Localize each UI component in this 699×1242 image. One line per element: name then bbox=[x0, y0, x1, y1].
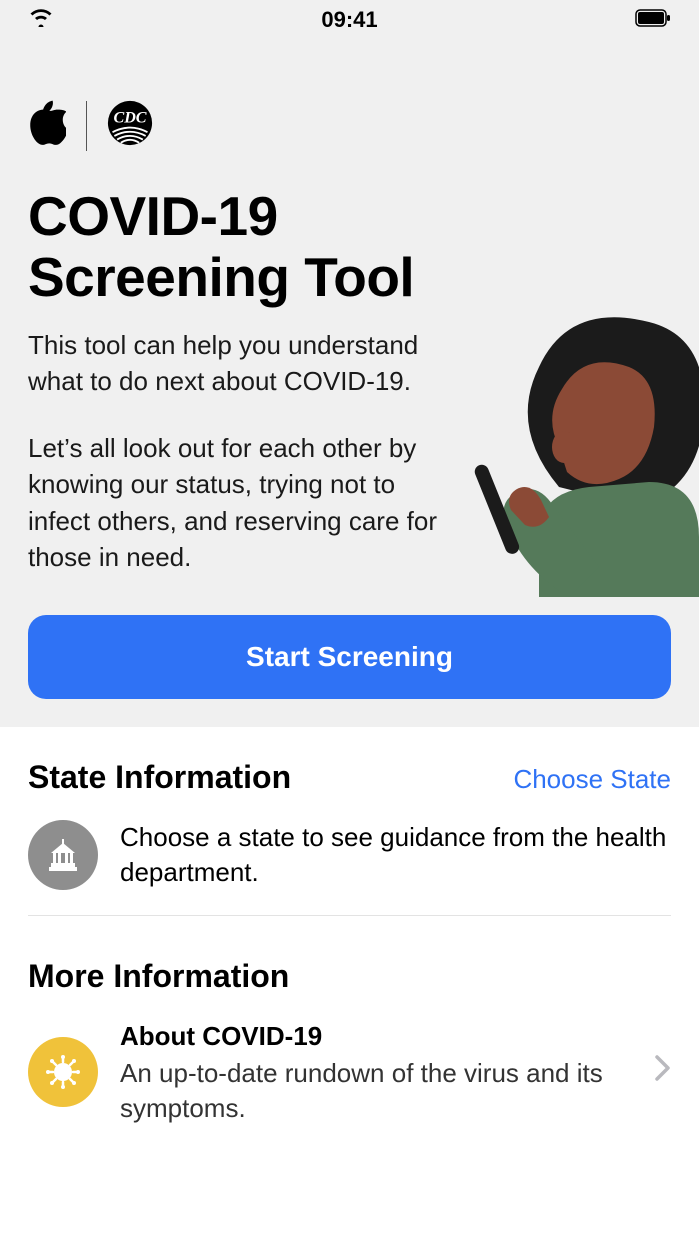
about-covid-row[interactable]: About COVID-19 An up-to-date rundown of … bbox=[28, 995, 671, 1150]
intro-paragraph-2: Let’s all look out for each other by kno… bbox=[28, 430, 458, 576]
wifi-icon bbox=[28, 7, 54, 33]
state-info-row: Choose a state to see guidance from the … bbox=[28, 796, 671, 915]
capitol-icon bbox=[28, 820, 98, 890]
brand-logos: CDC bbox=[28, 100, 671, 151]
about-covid-desc: An up-to-date rundown of the virus and i… bbox=[120, 1056, 629, 1126]
cdc-logo-icon: CDC bbox=[107, 100, 153, 151]
about-covid-title: About COVID-19 bbox=[120, 1019, 629, 1054]
status-bar: 09:41 bbox=[0, 0, 699, 40]
state-info-title: State Information bbox=[28, 759, 291, 796]
svg-text:CDC: CDC bbox=[113, 110, 146, 127]
page-title: COVID-19 Screening Tool bbox=[28, 186, 528, 307]
choose-state-link[interactable]: Choose State bbox=[513, 764, 671, 795]
chevron-right-icon bbox=[655, 1055, 671, 1089]
battery-icon bbox=[635, 7, 671, 33]
status-time: 09:41 bbox=[321, 7, 377, 33]
intro-paragraph-1: This tool can help you understand what t… bbox=[28, 327, 458, 400]
section-more-information: More Information bbox=[0, 926, 699, 1150]
start-screening-button[interactable]: Start Screening bbox=[28, 615, 671, 699]
logo-divider bbox=[86, 101, 87, 151]
more-info-title: More Information bbox=[28, 958, 289, 995]
apple-logo-icon bbox=[28, 100, 66, 151]
section-state-information: State Information Choose State Choose a … bbox=[0, 727, 699, 915]
virus-icon bbox=[28, 1037, 98, 1107]
hero-illustration bbox=[449, 307, 699, 597]
about-covid-text: About COVID-19 An up-to-date rundown of … bbox=[120, 1019, 629, 1126]
state-info-desc: Choose a state to see guidance from the … bbox=[120, 820, 671, 890]
hero: CDC COVID-19 Screening Tool This tool ca… bbox=[0, 40, 699, 727]
